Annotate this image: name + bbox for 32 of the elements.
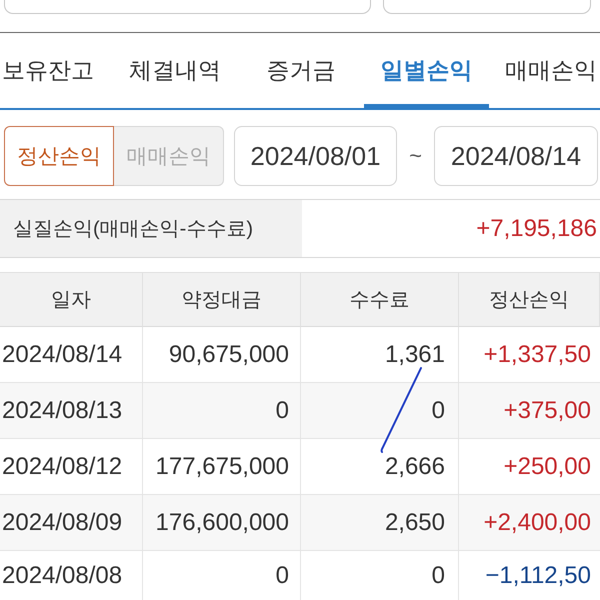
- column-header: 수수료: [301, 272, 459, 327]
- table-cell: 2024/08/14: [0, 327, 143, 383]
- table-cell: 176,600,000: [143, 495, 301, 551]
- table-cell: +375,00: [459, 383, 600, 439]
- table-cell: 2024/08/12: [0, 439, 143, 495]
- input-field[interactable]: [4, 0, 371, 14]
- input-field[interactable]: [383, 0, 591, 14]
- table-cell: 2,650: [301, 495, 459, 551]
- tab[interactable]: 체결내역: [112, 33, 238, 108]
- date-field[interactable]: 2024/08/01: [234, 126, 397, 186]
- table-cell: 90,675,000: [143, 327, 301, 383]
- date-field[interactable]: 2024/08/14: [434, 126, 598, 186]
- summary-value: +7,195,186: [475, 214, 598, 244]
- table-cell: +2,400,00: [459, 495, 600, 551]
- tab[interactable]: 보유잔고: [0, 33, 112, 108]
- tab[interactable]: 매매손익: [489, 33, 599, 108]
- tab[interactable]: 증거금: [238, 33, 364, 108]
- tab[interactable]: 일별손익: [364, 33, 489, 108]
- table-cell: 2,666: [301, 439, 459, 495]
- column-header: 정산손익: [459, 272, 600, 327]
- table-cell: 2024/08/13: [0, 383, 143, 439]
- table-cell: 1,361: [301, 327, 459, 383]
- column-header: 약정대금: [143, 272, 301, 327]
- table-cell: 0: [143, 383, 301, 439]
- table-cell: 0: [301, 383, 459, 439]
- range-separator: ~: [408, 143, 423, 169]
- column-header: 일자: [0, 272, 143, 327]
- summary-label: 실질손익(매매손익-수수료): [0, 200, 302, 257]
- table-cell: 177,675,000: [143, 439, 301, 495]
- mode-toggle-button[interactable]: 정산손익: [4, 126, 114, 186]
- table-cell: 2024/08/08: [0, 551, 143, 600]
- table-cell: 2024/08/09: [0, 495, 143, 551]
